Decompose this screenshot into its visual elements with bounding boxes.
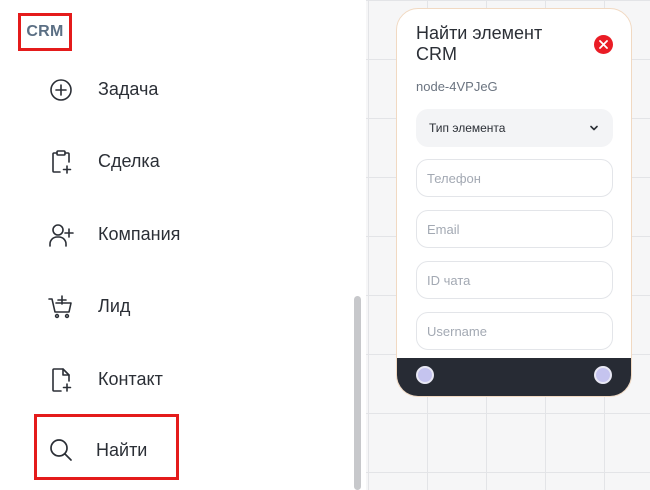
chevron-down-icon [590, 125, 598, 131]
node-title: Найти элемент CRM [416, 23, 543, 64]
close-icon [599, 40, 608, 49]
sidebar-item-task[interactable]: Задача [36, 69, 326, 109]
node-id: node-4VPJeG [416, 79, 498, 94]
element-type-select[interactable]: Тип элемента [416, 109, 613, 147]
email-field[interactable] [416, 210, 613, 248]
username-field[interactable] [416, 312, 613, 350]
node-close-button[interactable] [594, 35, 613, 54]
sidebar-item-label: Задача [98, 79, 159, 99]
find-crm-element-node[interactable]: Найти элемент CRM node-4VPJeG Тип элемен… [396, 8, 632, 397]
sidebar-item-label: Контакт [98, 369, 163, 389]
node-footer [397, 358, 631, 396]
phone-field[interactable] [416, 159, 613, 197]
sidebar-item-label: Лид [98, 296, 131, 316]
clipboard-plus-icon [52, 150, 72, 174]
sidebar-item-label: Найти [96, 440, 148, 460]
sidebar-scrollbar[interactable] [354, 296, 361, 490]
chat-id-field[interactable] [416, 261, 613, 299]
sidebar-item-company[interactable]: Компания [36, 214, 326, 254]
sidebar-section-title: CRM [18, 13, 72, 51]
sidebar-item-contact[interactable]: Контакт [36, 359, 326, 399]
sidebar-item-label: Компания [98, 224, 181, 244]
sidebar-item-label: Сделка [98, 151, 160, 171]
input-handle[interactable] [416, 366, 434, 384]
sidebar-item-find[interactable]: Найти [34, 414, 179, 480]
output-handle[interactable] [594, 366, 612, 384]
sidebar-item-deal[interactable]: Сделка [36, 141, 326, 181]
sidebar-item-lead[interactable]: Лид [36, 286, 326, 326]
sidebar: CRM Задача Сделка Компания Лид Контакт Н… [0, 0, 366, 490]
file-plus-icon [52, 368, 72, 392]
cart-plus-icon [48, 295, 72, 319]
user-plus-icon [49, 224, 74, 247]
plus-circle-icon [50, 79, 72, 101]
search-icon [50, 439, 72, 461]
element-type-select-value: Тип элемента [429, 121, 506, 135]
